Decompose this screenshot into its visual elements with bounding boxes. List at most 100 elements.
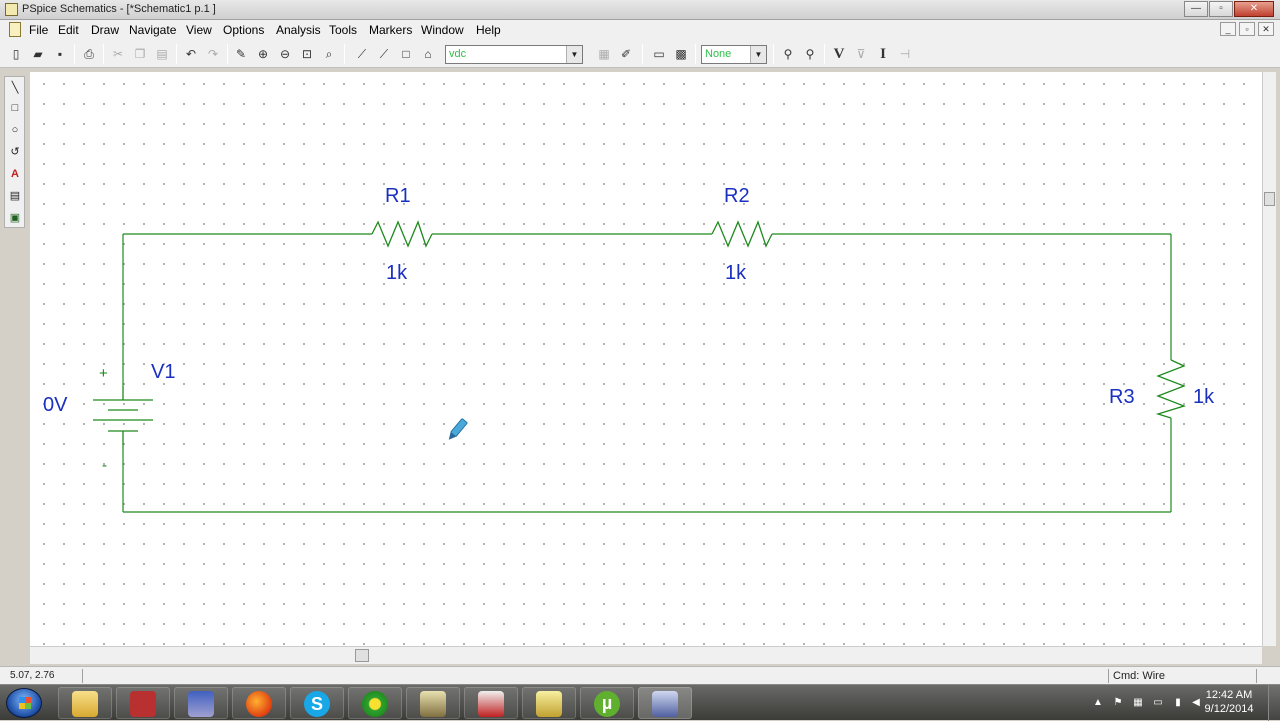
part-name-combo[interactable]: vdc ▼	[445, 45, 583, 64]
save-icon[interactable]: ▪	[50, 44, 70, 64]
taskbar-pspice[interactable]	[638, 687, 692, 719]
windows-logo-icon	[19, 697, 31, 709]
vertical-scroll-thumb[interactable]	[1264, 192, 1275, 206]
cut-icon[interactable]: ✂	[108, 44, 128, 64]
restore-button[interactable]: ▫	[1209, 1, 1233, 17]
redraw-icon[interactable]: ✎	[231, 44, 251, 64]
display-icon[interactable]: ▭	[1152, 697, 1164, 709]
document-icon[interactable]	[9, 22, 21, 37]
taskbar-utorrent[interactable]: µ	[580, 687, 634, 719]
zoom-out-icon[interactable]: ⊖	[275, 44, 295, 64]
folder-icon	[72, 691, 98, 717]
copy-icon[interactable]: ❐	[130, 44, 150, 64]
undo-icon[interactable]: ↶	[181, 44, 201, 64]
edit-symbol-icon[interactable]: ✐	[616, 44, 636, 64]
draw-block-icon[interactable]: □	[396, 44, 416, 64]
pencil-cursor-icon	[448, 418, 468, 440]
resistor-r2-symbol	[711, 220, 773, 248]
action-center-flag-icon[interactable]: ⚑	[1112, 697, 1124, 709]
voltage-display-icon[interactable]: V	[829, 44, 849, 64]
pspice-icon	[652, 691, 678, 717]
redo-icon[interactable]: ↷	[203, 44, 223, 64]
text-tool-icon[interactable]: A	[7, 165, 23, 183]
arc-tool-icon[interactable]: ↺	[7, 143, 23, 161]
open-folder-icon[interactable]: ▰	[28, 44, 48, 64]
menu-tools[interactable]: Tools	[329, 23, 357, 37]
chevron-down-icon[interactable]: ▼	[566, 46, 582, 63]
taskbar-app-red[interactable]	[116, 687, 170, 719]
show-desktop-button[interactable]	[1268, 685, 1280, 721]
taskbar-edit-app[interactable]	[522, 687, 576, 719]
pspice-app-icon[interactable]	[5, 3, 18, 16]
menu-markers[interactable]: Markers	[369, 23, 412, 37]
zoom-fit-icon[interactable]: ⌕	[319, 44, 339, 64]
minimize-button[interactable]: —	[1184, 1, 1208, 17]
text-box-tool-icon[interactable]: ▤	[7, 187, 23, 205]
zoom-in-icon[interactable]: ⊕	[253, 44, 273, 64]
horizontal-scroll-thumb[interactable]	[355, 649, 369, 662]
chevron-down-icon[interactable]: ▼	[750, 46, 766, 63]
edit-attributes-icon[interactable]: ▦	[594, 44, 614, 64]
r3-ref-label: R3	[1109, 386, 1135, 408]
probe-area-icon[interactable]: ⚲	[800, 44, 820, 64]
windows-taskbar: S µ ▲ ⚑ ▦ ▭ ▮ ◀ 12:42 AM 9/12/2014	[0, 684, 1280, 721]
menu-analysis[interactable]: Analysis	[276, 23, 321, 37]
clock-time: 12:42 AM	[1205, 689, 1253, 701]
menu-window[interactable]: Window	[421, 23, 464, 37]
v1-ref-label: V1	[151, 361, 175, 383]
setup-analysis-icon[interactable]: ▭	[649, 44, 669, 64]
taskbar-file-explorer[interactable]	[58, 687, 112, 719]
taskbar-clock[interactable]: 12:42 AM 9/12/2014	[1196, 688, 1262, 716]
taskbar-skype[interactable]: S	[290, 687, 344, 719]
red-app-icon	[130, 691, 156, 717]
schematic-canvas[interactable]: R1 1k R2 1k R3 1k V1 0V + -	[30, 72, 1262, 646]
insert-picture-icon[interactable]: ▣	[7, 209, 23, 227]
taskbar-orcad[interactable]	[406, 687, 460, 719]
minus-sign-label: -	[102, 457, 107, 474]
new-file-icon[interactable]: ▯	[6, 44, 26, 64]
get-part-icon[interactable]: ⌂	[418, 44, 438, 64]
mdi-restore-button[interactable]: ▫	[1239, 22, 1255, 36]
start-button[interactable]	[6, 688, 42, 718]
current-display-icon[interactable]: I	[873, 44, 893, 64]
menu-navigate[interactable]: Navigate	[129, 23, 176, 37]
zoom-area-icon[interactable]: ⊡	[297, 44, 317, 64]
marker-combo[interactable]: None ▼	[701, 45, 767, 64]
part-name-value: vdc	[449, 48, 467, 60]
mdi-minimize-button[interactable]: _	[1220, 22, 1236, 36]
voltage-marker-icon[interactable]: ⊽	[851, 44, 871, 64]
simulate-icon[interactable]: ▩	[671, 44, 691, 64]
network-icon[interactable]: ▮	[1172, 697, 1184, 709]
menu-file[interactable]: File	[29, 23, 48, 37]
taskbar-orcad-capture[interactable]	[464, 687, 518, 719]
probe-icon[interactable]: ⚲	[778, 44, 798, 64]
show-hidden-icons-chevron-icon[interactable]: ▲	[1092, 697, 1104, 709]
main-toolbar: ▯ ▰ ▪ ⎙ ✂ ❐ ▤ ↶ ↷ ✎ ⊕ ⊖ ⊡ ⌕ ⟋ ⟋ □ ⌂ vdc …	[0, 40, 1280, 68]
menu-view[interactable]: View	[186, 23, 212, 37]
menu-help[interactable]: Help	[476, 23, 501, 37]
draw-bus-icon[interactable]: ⟋	[374, 44, 394, 64]
menu-edit[interactable]: Edit	[58, 23, 79, 37]
box-tool-icon[interactable]: □	[7, 99, 23, 117]
tray-app-icon[interactable]: ▦	[1132, 697, 1144, 709]
taskbar-app-blue[interactable]	[174, 687, 228, 719]
r1-value-label: 1k	[386, 262, 408, 284]
paste-icon[interactable]: ▤	[152, 44, 172, 64]
close-button[interactable]: ✕	[1234, 1, 1274, 17]
plus-sign-label: +	[99, 365, 108, 382]
vertical-scrollbar[interactable]	[1262, 72, 1276, 646]
taskbar-app-green[interactable]	[348, 687, 402, 719]
horizontal-scrollbar[interactable]	[30, 646, 1262, 664]
taskbar-firefox[interactable]	[232, 687, 286, 719]
green-circle-icon	[362, 691, 388, 717]
menu-draw[interactable]: Draw	[91, 23, 119, 37]
circle-tool-icon[interactable]: ○	[7, 121, 23, 139]
line-tool-icon[interactable]: ╲	[7, 79, 23, 97]
r2-value-label: 1k	[725, 262, 747, 284]
menu-options[interactable]: Options	[223, 23, 264, 37]
print-icon[interactable]: ⎙	[79, 44, 99, 64]
draw-wire-icon[interactable]: ⟋	[352, 44, 372, 64]
v1-value-label: 0V	[43, 394, 68, 416]
mdi-close-button[interactable]: ✕	[1258, 22, 1274, 36]
current-marker-icon[interactable]: ⊣	[895, 44, 915, 64]
